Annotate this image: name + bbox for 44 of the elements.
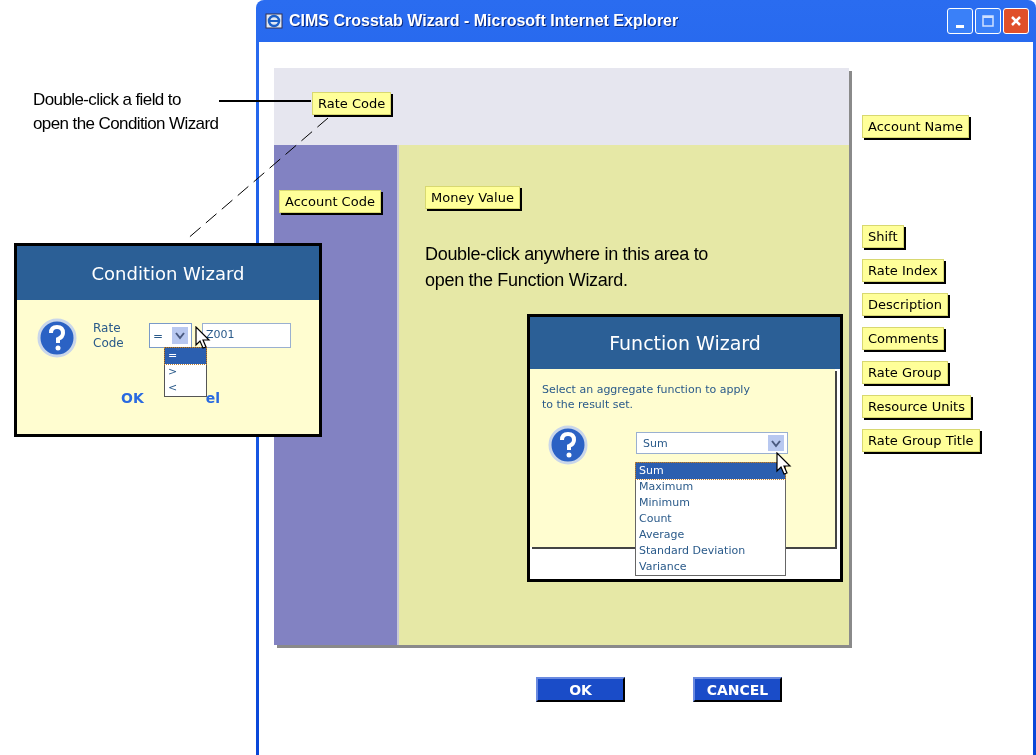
field-chip[interactable]: Resource Units — [862, 395, 971, 418]
value-field[interactable]: Z001 — [202, 323, 291, 348]
dropdown-option[interactable]: Average — [636, 527, 785, 543]
dialog-header: Function Wizard — [530, 317, 840, 369]
field-chip[interactable]: Shift — [862, 225, 904, 248]
field-chip[interactable]: Account Code — [279, 190, 381, 213]
help-icon — [37, 318, 77, 358]
instruction-text: Double-click anywhere in this area to open the Function Wizard. — [425, 243, 710, 292]
field-chip[interactable]: Money Value — [425, 186, 520, 209]
field-chip[interactable]: Comments — [862, 327, 945, 350]
field-chip[interactable]: Account Name — [862, 115, 969, 138]
help-icon — [548, 425, 588, 465]
close-icon — [1010, 15, 1022, 27]
dialog-link-button[interactable]: el — [205, 390, 221, 406]
dropdown-option[interactable]: = — [165, 348, 206, 364]
operator-select[interactable]: = — [149, 323, 192, 348]
maximize-icon — [982, 15, 994, 27]
dropdown-option[interactable]: Standard Deviation — [636, 543, 785, 559]
field-label: Rate Code — [93, 321, 125, 351]
dialog-button[interactable]: OK — [536, 677, 625, 702]
window-title: CIMS Crosstab Wizard - Microsoft Internet Explorer — [289, 12, 679, 30]
dialog-link-button[interactable]: OK — [121, 390, 144, 406]
dropdown-option[interactable]: < — [165, 380, 206, 396]
dropdown-option[interactable]: Minimum — [636, 495, 785, 511]
function-select[interactable]: Sum — [636, 432, 788, 454]
browser-logo-icon — [265, 12, 283, 30]
maximize-button[interactable] — [975, 8, 1001, 34]
close-button[interactable] — [1003, 8, 1029, 34]
field-chip[interactable]: Rate Index — [862, 259, 944, 282]
minimize-button[interactable] — [947, 8, 973, 34]
dropdown-option[interactable]: Sum — [636, 463, 785, 479]
dropdown-option[interactable]: > — [165, 364, 206, 380]
dropdown-option[interactable]: Count — [636, 511, 785, 527]
callout-text: Double-click a field to open the Condition Wizard — [33, 89, 219, 135]
field-chip[interactable]: Rate Group Title — [862, 429, 980, 452]
dialog-header: Condition Wizard — [17, 246, 319, 300]
minimize-icon — [956, 24, 964, 28]
field-chip[interactable]: Rate Code — [312, 92, 392, 115]
dropdown-option[interactable]: Maximum — [636, 479, 785, 495]
dialog-button[interactable]: CANCEL — [693, 677, 782, 702]
field-chip[interactable]: Description — [862, 293, 949, 316]
field-chip[interactable]: Rate Group — [862, 361, 948, 384]
dropdown-option[interactable]: Variance — [636, 559, 785, 575]
instruction-text: Select an aggregate function to apply to the result set. — [541, 382, 751, 412]
